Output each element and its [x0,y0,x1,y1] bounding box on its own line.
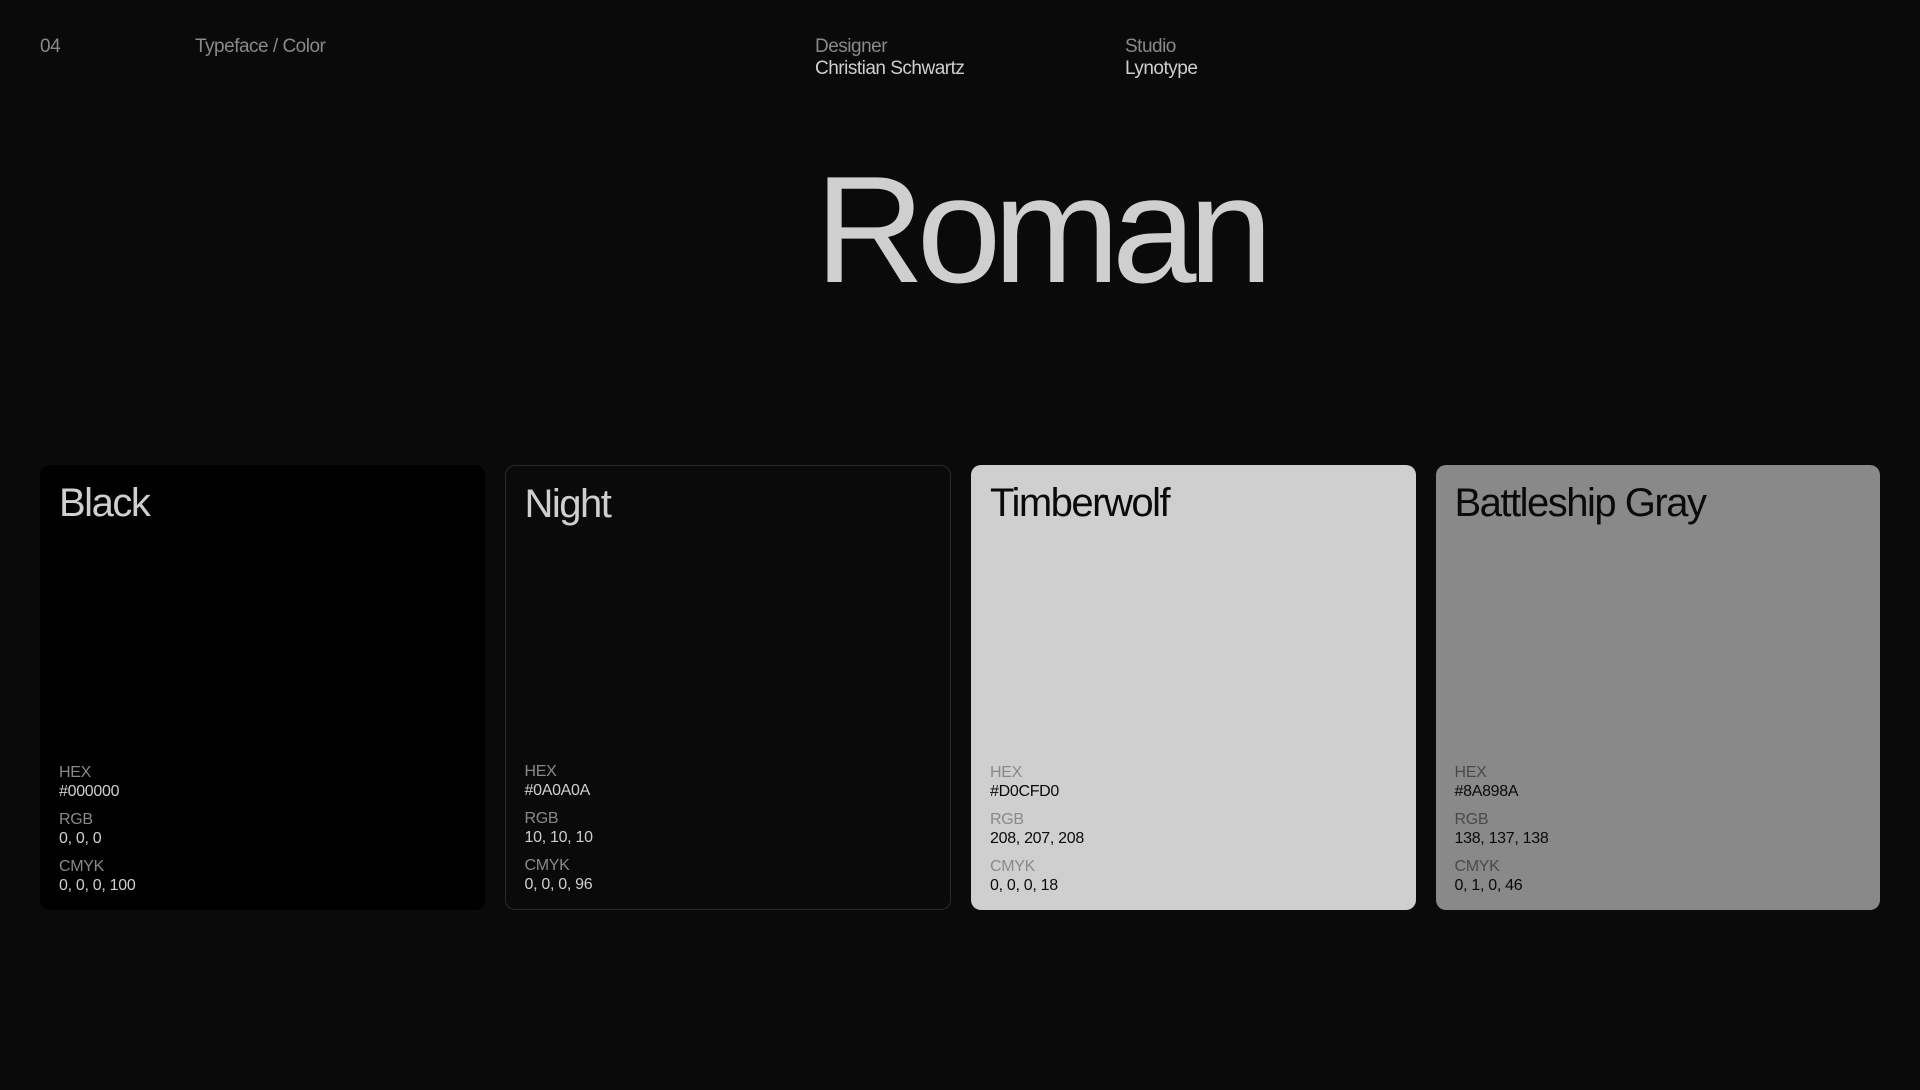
rgb-spec: RGB 138, 137, 138 [1455,810,1862,848]
hex-value: #0A0A0A [524,782,591,799]
cmyk-value: 0, 0, 0, 100 [59,877,136,894]
cmyk-value: 0, 0, 0, 96 [524,876,593,893]
rgb-label: RGB [59,811,93,828]
cmyk-spec: CMYK 0, 0, 0, 96 [525,856,932,894]
color-card-battleship-gray: Battleship Gray HEX #8A898A RGB 138, 137… [1435,465,1880,910]
color-specs: HEX #8A898A RGB 138, 137, 138 CMYK 0, 1,… [1455,763,1862,895]
rgb-spec: RGB 208, 207, 208 [990,810,1397,848]
hex-value: #8A898A [1454,783,1519,800]
hex-spec: HEX #000000 [59,763,466,801]
designer-info: Designer Christian Schwartz [815,36,965,80]
typeface-title: Roman [815,145,1273,315]
studio-value: Lynotype [1125,58,1198,79]
rgb-value: 10, 10, 10 [524,829,593,846]
designer-value: Christian Schwartz [815,58,965,79]
rgb-label: RGB [990,811,1024,828]
hex-label: HEX [990,764,1022,781]
color-specs: HEX #D0CFD0 RGB 208, 207, 208 CMYK 0, 0,… [990,763,1397,895]
cmyk-spec: CMYK 0, 0, 0, 100 [59,857,466,895]
section-title: Typeface / Color [195,36,326,58]
hex-spec: HEX #0A0A0A [525,762,932,800]
color-card-night: Night HEX #0A0A0A RGB 10, 10, 10 CMYK 0,… [504,465,951,910]
hex-spec: HEX #8A898A [1455,763,1862,801]
hex-value: #000000 [59,783,120,800]
color-palette: Black HEX #000000 RGB 0, 0, 0 CMYK 0, 0,… [40,465,1880,910]
rgb-label: RGB [524,810,559,827]
rgb-value: 208, 207, 208 [990,830,1084,847]
hex-label: HEX [59,764,91,781]
color-specs: HEX #000000 RGB 0, 0, 0 CMYK 0, 0, 0, 10… [59,763,466,895]
cmyk-label: CMYK [990,858,1036,875]
cmyk-value: 0, 0, 0, 18 [990,877,1058,894]
color-specs: HEX #0A0A0A RGB 10, 10, 10 CMYK 0, 0, 0,… [525,762,932,894]
page-number-text: 04 [40,36,61,57]
studio-info: Studio Lynotype [1125,36,1198,80]
cmyk-label: CMYK [524,857,570,874]
hex-spec: HEX #D0CFD0 [990,763,1397,801]
cmyk-spec: CMYK 0, 1, 0, 46 [1455,857,1862,895]
cmyk-spec: CMYK 0, 0, 0, 18 [990,857,1397,895]
color-name: Night [524,482,612,526]
cmyk-value: 0, 1, 0, 46 [1454,877,1523,894]
color-name: Battleship Gray [1454,481,1707,525]
cmyk-label: CMYK [59,858,105,875]
color-card-black: Black HEX #000000 RGB 0, 0, 0 CMYK 0, 0,… [40,465,485,910]
cmyk-label: CMYK [1454,858,1500,875]
rgb-label: RGB [1454,811,1489,828]
hex-label: HEX [1454,764,1487,781]
section-title-text: Typeface / Color [195,36,326,57]
studio-label: Studio [1125,36,1176,57]
color-name: Timberwolf [990,481,1171,525]
hex-value: #D0CFD0 [990,783,1060,800]
color-name: Black [59,481,151,525]
color-card-timberwolf: Timberwolf HEX #D0CFD0 RGB 208, 207, 208… [971,465,1416,910]
designer-label: Designer [815,36,888,57]
hex-label: HEX [524,763,557,780]
rgb-value: 138, 137, 138 [1454,830,1549,847]
rgb-spec: RGB 10, 10, 10 [525,809,932,847]
rgb-spec: RGB 0, 0, 0 [59,810,466,848]
page-number: 04 [40,36,61,58]
rgb-value: 0, 0, 0 [59,830,102,847]
